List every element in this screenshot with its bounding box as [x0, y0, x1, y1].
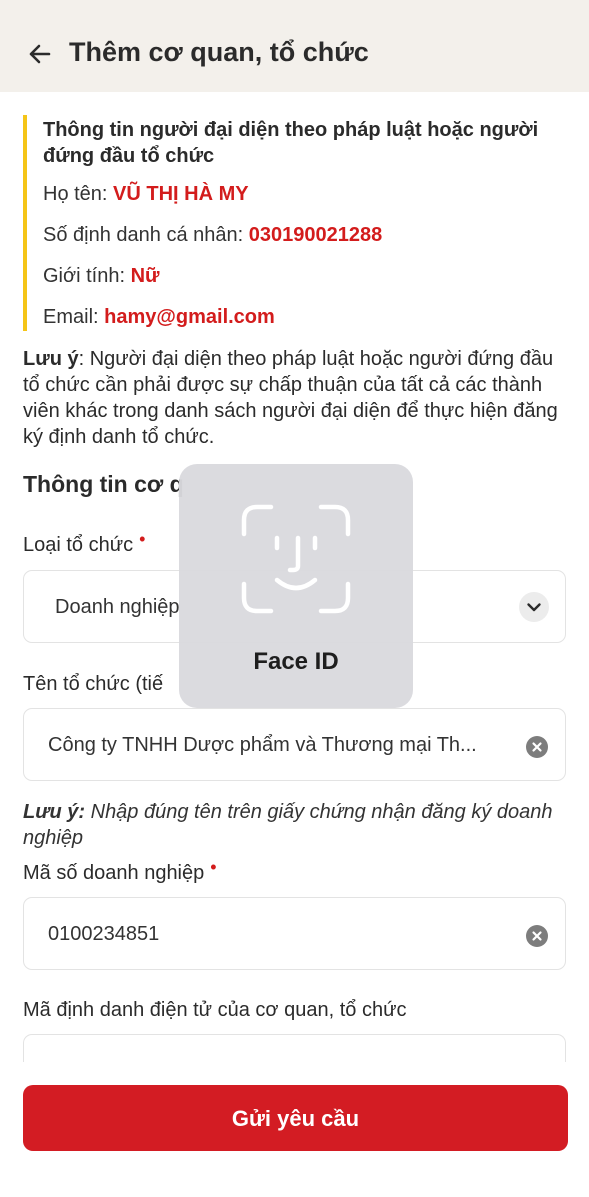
face-id-overlay: Face ID — [179, 464, 413, 708]
business-code-label: Mã số doanh nghiệp • — [23, 857, 217, 885]
submit-button[interactable]: Gửi yêu cầu — [23, 1085, 568, 1151]
org-type-value: Doanh nghiệp — [55, 596, 180, 618]
business-code-input[interactable]: 0100234851 — [23, 897, 566, 970]
note2-label: Lưu ý: — [23, 801, 86, 823]
org-name-input[interactable]: Công ty TNHH Dược phẩm và Thương mại Th.… — [23, 708, 566, 781]
gender-value: Nữ — [130, 265, 160, 287]
page-title: Thêm cơ quan, tổ chức — [69, 37, 369, 67]
id-label: Số định danh cá nhân: — [43, 224, 244, 246]
representative-name-row: Họ tên: VŨ THỊ HÀ MY — [43, 183, 249, 206]
required-mark: • — [210, 857, 217, 877]
app-header: Thêm cơ quan, tổ chức — [0, 0, 589, 92]
org-name-label: Tên tổ chức (tiế — [23, 673, 164, 695]
face-id-label: Face ID — [253, 648, 339, 675]
gender-label: Giới tính: — [43, 265, 126, 287]
representative-gender-row: Giới tính: Nữ — [43, 265, 160, 288]
section-title: Thông tin cơ q — [23, 471, 184, 497]
name-value: VŨ THỊ HÀ MY — [113, 183, 249, 205]
representative-note: Lưu ý: Người đại diện theo pháp luật hoặ… — [23, 346, 568, 450]
note-label: Lưu ý — [23, 348, 79, 370]
business-code-label-text: Mã số doanh nghiệp — [23, 862, 205, 884]
email-label: Email: — [43, 306, 99, 328]
clear-circle-icon — [532, 931, 542, 941]
chevron-down-icon — [527, 603, 541, 612]
representative-email-row: Email: hamy@gmail.com — [43, 306, 275, 329]
arrow-left-icon — [29, 44, 51, 64]
id-value: 030190021288 — [248, 224, 383, 246]
representative-id-row: Số định danh cá nhân: 030190021288 — [43, 224, 382, 247]
org-type-dropdown-button[interactable] — [519, 592, 549, 622]
required-mark: • — [139, 529, 146, 549]
representative-heading: Thông tin người đại diện theo pháp luật … — [43, 119, 539, 167]
name-label: Họ tên: — [43, 183, 108, 205]
org-name-value: Công ty TNHH Dược phẩm và Thương mại Th.… — [48, 734, 477, 756]
representative-card: Thông tin người đại diện theo pháp luật … — [23, 115, 557, 331]
org-name-clear-button[interactable] — [526, 736, 548, 758]
org-type-label-text: Loại tổ chức — [23, 534, 134, 556]
org-name-note: Lưu ý: Nhập đúng tên trên giấy chứng nhậ… — [23, 799, 568, 851]
clear-circle-icon — [532, 742, 542, 752]
face-id-icon — [241, 504, 351, 614]
business-code-clear-button[interactable] — [526, 925, 548, 947]
electronic-id-label: Mã định danh điện tử của cơ quan, tổ chứ… — [23, 999, 407, 1021]
org-type-label: Loại tổ chức • — [23, 529, 145, 557]
note2-text: Nhập đúng tên trên giấy chứng nhận đăng … — [23, 801, 553, 849]
note-text: : Người đại diện theo pháp luật hoặc ngư… — [23, 348, 558, 448]
back-button[interactable] — [22, 36, 58, 72]
email-value: hamy@gmail.com — [104, 306, 275, 328]
business-code-value: 0100234851 — [48, 923, 160, 945]
